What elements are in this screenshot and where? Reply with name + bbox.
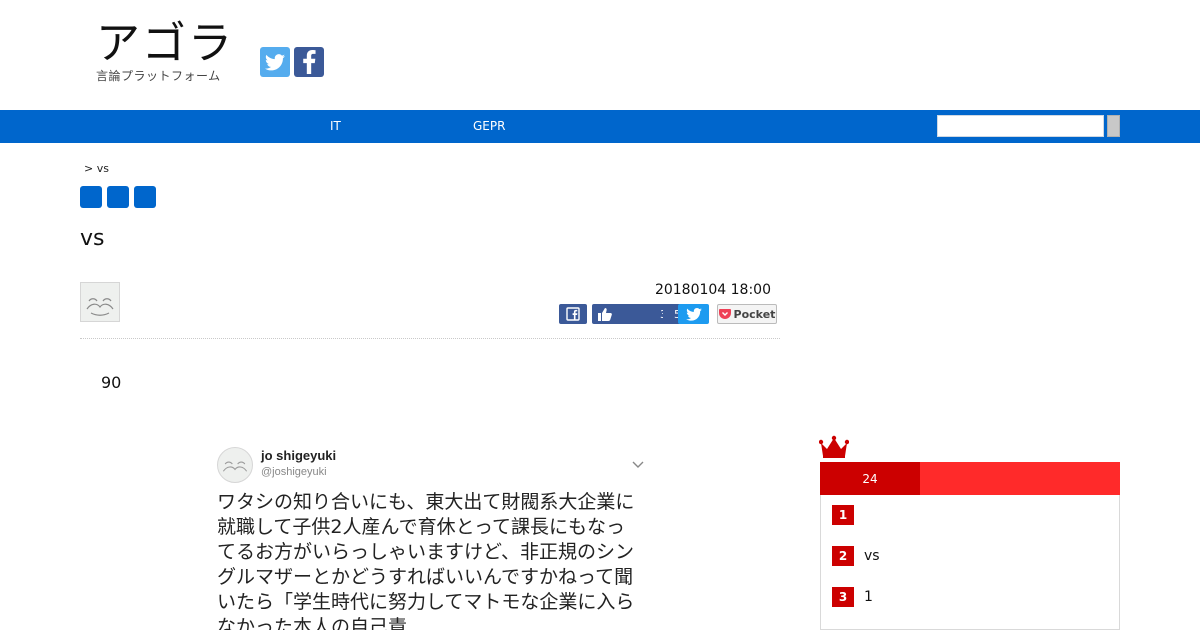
rank-number: 2 bbox=[832, 546, 854, 566]
share-square-icon[interactable] bbox=[134, 186, 156, 208]
pocket-label: Pocket bbox=[733, 307, 776, 321]
author-avatar[interactable] bbox=[80, 282, 120, 322]
tweet-author-handle[interactable]: @joshigeyuki bbox=[261, 466, 327, 478]
twitter-icon[interactable] bbox=[260, 47, 290, 77]
search-input[interactable] bbox=[937, 115, 1104, 137]
main-nav: IT GEPR bbox=[0, 110, 1200, 143]
chevron-down-icon[interactable] bbox=[632, 454, 644, 473]
search-button[interactable] bbox=[1107, 115, 1120, 137]
share-square-icon[interactable] bbox=[107, 186, 129, 208]
tweet-text: ワタシの知り合いにも、東大出て財閥系大企業に就職して子供2人産んで育休とって課長… bbox=[217, 491, 635, 630]
rank-number: 1 bbox=[832, 505, 854, 525]
ranking-item[interactable]: 2 vs bbox=[832, 546, 880, 566]
thumbs-up-icon bbox=[598, 307, 612, 321]
ranking-tab-24h[interactable]: 24 bbox=[820, 462, 920, 495]
social-links bbox=[260, 47, 324, 77]
pocket-button[interactable]: Pocket bbox=[717, 304, 777, 324]
pocket-icon bbox=[718, 309, 731, 319]
article-title: vs bbox=[80, 226, 105, 251]
ranking-header: 24 bbox=[820, 462, 1120, 495]
ranking-item[interactable]: 1 bbox=[832, 505, 864, 525]
crown-icon bbox=[818, 435, 850, 463]
hatena-bookmark-button[interactable] bbox=[663, 304, 673, 324]
facebook-icon[interactable] bbox=[294, 47, 324, 77]
ranking-item[interactable]: 3 1 bbox=[832, 587, 873, 607]
tweet-avatar[interactable] bbox=[217, 447, 253, 483]
article-paragraph: 90 bbox=[101, 373, 122, 392]
embedded-tweet[interactable]: jo shigeyuki @joshigeyuki ワタシの知り合いにも、東大出… bbox=[212, 440, 644, 630]
nav-item-gepr[interactable]: GEPR bbox=[473, 119, 505, 133]
publish-date: 20180104 18:00 bbox=[654, 282, 771, 298]
nav-item-it[interactable]: IT bbox=[330, 119, 341, 133]
share-square-icon[interactable] bbox=[80, 186, 102, 208]
tweet-button[interactable] bbox=[678, 304, 709, 324]
ranking-item-label: vs bbox=[864, 548, 880, 564]
divider bbox=[80, 338, 780, 339]
breadcrumb[interactable]: > vs bbox=[84, 162, 109, 175]
logo-main-text: アゴラ bbox=[96, 18, 234, 69]
tweet-author-name[interactable]: jo shigeyuki bbox=[261, 448, 336, 463]
site-logo[interactable]: アゴラ 言論プラットフォーム bbox=[96, 22, 234, 84]
facebook-share-button[interactable] bbox=[559, 304, 587, 324]
logo-tagline: 言論プラットフォーム bbox=[96, 69, 221, 83]
rank-number: 3 bbox=[832, 587, 854, 607]
ranking-item-label: 1 bbox=[864, 589, 873, 605]
